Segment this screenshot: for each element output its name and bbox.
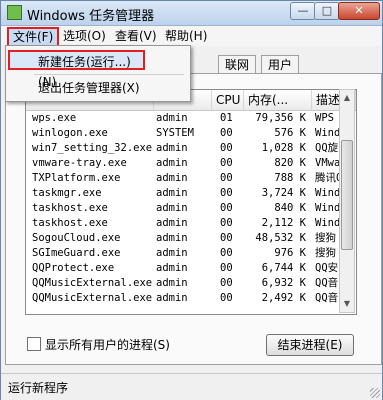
column-header-cpu[interactable]: CPU — [212, 90, 244, 110]
tab-network[interactable]: 联网 — [218, 55, 257, 74]
task-manager-window: Windows 任务管理器 — □ ✕ 文件(F) 选项(O) 查看(V) 帮助… — [0, 0, 383, 400]
process-name: QQMusicExternal.exe — [32, 277, 153, 289]
process-name: SogouCloud.exe — [32, 232, 121, 244]
process-cpu: 00 — [220, 247, 233, 259]
process-user: admin — [156, 292, 188, 304]
process-name: wps.exe — [32, 112, 77, 124]
process-user: admin — [156, 157, 188, 169]
process-name: QQProtect.exe — [32, 262, 115, 274]
table-row[interactable]: taskhost.exe admin 00 2,112 K Windo — [26, 216, 356, 231]
process-user: SYSTEM — [156, 127, 194, 139]
process-cpu: 00 — [220, 292, 233, 304]
process-name: win7_setting_32.exe — [32, 142, 153, 154]
maximize-button[interactable]: □ — [314, 2, 340, 20]
process-memory: 1,028 K — [261, 142, 306, 154]
process-memory: 976 K — [274, 247, 306, 259]
vertical-scrollbar[interactable]: ▲ ▼ — [339, 89, 355, 313]
process-cpu: 00 — [220, 127, 233, 139]
scroll-down-arrow-icon[interactable]: ▼ — [341, 297, 353, 311]
show-all-users-label: 显示所有用户的进程(S) — [45, 338, 170, 352]
minimize-button[interactable]: — — [290, 2, 316, 20]
menu-help[interactable]: 帮助(H) — [161, 28, 211, 44]
table-row[interactable]: QQMusicExternal.exe admin 00 2,492 K QQ音 — [26, 291, 356, 306]
table-row[interactable]: winlogon.exe SYSTEM 00 576 K Windo — [26, 126, 356, 141]
column-header-memory[interactable]: 内存(... — [244, 90, 312, 110]
menu-view[interactable]: 查看(V) — [111, 28, 161, 44]
table-row[interactable]: taskhost.exe admin 00 840 K Windo — [26, 201, 356, 216]
end-process-button[interactable]: 结束进程(E) — [266, 334, 354, 356]
process-name: winlogon.exe — [32, 127, 108, 139]
process-name: taskmgr.exe — [32, 187, 102, 199]
process-memory: 3,724 K — [261, 187, 306, 199]
menu-item-new-task[interactable]: 新建任务(运行...)(N) — [8, 50, 145, 89]
table-row[interactable]: vmware-tray.exe admin 00 820 K VMwa — [26, 156, 356, 171]
process-memory: 48,532 K — [255, 232, 306, 244]
table-row[interactable]: win7_setting_32.exe admin 00 1,028 K QQ旋 — [26, 141, 356, 156]
table-row[interactable]: wps.exe admin 01 79,356 K WPS W — [26, 111, 356, 126]
title-bar: Windows 任务管理器 — □ ✕ — [1, 1, 382, 26]
menu-separator — [34, 74, 184, 75]
process-cpu: 00 — [220, 277, 233, 289]
scroll-up-arrow-icon[interactable]: ▲ — [341, 91, 353, 105]
process-cpu: 01 — [220, 112, 233, 124]
scroll-thumb[interactable] — [341, 140, 353, 250]
process-memory: 788 K — [274, 172, 306, 184]
process-user: admin — [156, 247, 188, 259]
table-row[interactable]: SogouCloud.exe admin 00 48,532 K 搜狗 — [26, 231, 356, 246]
process-user: admin — [156, 277, 188, 289]
task-manager-icon — [7, 5, 22, 20]
process-user: admin — [156, 202, 188, 214]
menu-bar: 文件(F) 选项(O) 查看(V) 帮助(H) — [1, 26, 382, 47]
menu-item-exit[interactable]: 退出任务管理器(X) — [10, 78, 182, 98]
process-cpu: 00 — [220, 172, 233, 184]
process-memory: 6,744 K — [261, 262, 306, 274]
process-memory: 820 K — [274, 157, 306, 169]
process-cpu: 00 — [220, 217, 233, 229]
file-menu-dropdown: 新建任务(运行...)(N) 退出任务管理器(X) — [5, 45, 191, 102]
process-name: taskhost.exe — [32, 217, 108, 229]
process-memory: 840 K — [274, 202, 306, 214]
process-cpu: 00 — [220, 142, 233, 154]
table-row[interactable]: QQMusicExternal.exe admin 00 6,932 K QQ音 — [26, 276, 356, 291]
table-row[interactable]: taskmgr.exe admin 00 3,724 K Windo — [26, 186, 356, 201]
process-table: CPU 内存(... 描述 wps.exe admin 01 79,356 K WPS … — [25, 89, 357, 315]
process-name: QQMusicExternal.exe — [32, 292, 153, 304]
process-memory: 2,112 K — [261, 217, 306, 229]
process-user: admin — [156, 172, 188, 184]
resize-grip-icon[interactable] — [370, 388, 380, 398]
menu-options[interactable]: 选项(O) — [59, 28, 110, 44]
process-name: taskhost.exe — [32, 202, 108, 214]
process-cpu: 00 — [220, 232, 233, 244]
process-memory: 6,932 K — [261, 277, 306, 289]
process-memory: 2,492 K — [261, 292, 306, 304]
process-cpu: 00 — [220, 187, 233, 199]
process-name: vmware-tray.exe — [32, 157, 127, 169]
table-row[interactable]: QQProtect.exe admin 00 6,744 K QQ安 — [26, 261, 356, 276]
process-cpu: 00 — [220, 262, 233, 274]
process-cpu: 00 — [220, 202, 233, 214]
show-all-users-checkbox[interactable] — [27, 337, 41, 351]
process-user: admin — [156, 187, 188, 199]
menu-file[interactable]: 文件(F) — [7, 27, 60, 47]
process-name: SGImeGuard.exe — [32, 247, 121, 259]
process-user: admin — [156, 232, 188, 244]
table-row[interactable]: TXPlatform.exe admin 00 788 K 腾讯Q — [26, 171, 356, 186]
process-user: admin — [156, 142, 188, 154]
close-button[interactable]: ✕ — [338, 2, 380, 20]
process-memory: 576 K — [274, 127, 306, 139]
window-title: Windows 任务管理器 — [27, 9, 155, 24]
process-memory: 79,356 K — [255, 112, 306, 124]
status-text: 运行新程序 — [8, 381, 69, 395]
process-user: admin — [156, 262, 188, 274]
status-bar: 运行新程序 — [1, 373, 382, 400]
tab-users[interactable]: 用户 — [261, 55, 300, 74]
process-name: TXPlatform.exe — [32, 172, 121, 184]
process-user: admin — [156, 112, 188, 124]
table-row[interactable]: SGImeGuard.exe admin 00 976 K 搜狗 — [26, 246, 356, 261]
process-user: admin — [156, 217, 188, 229]
process-rows: wps.exe admin 01 79,356 K WPS Wwinlogon.exe S… — [26, 111, 356, 306]
process-cpu: 00 — [220, 157, 233, 169]
